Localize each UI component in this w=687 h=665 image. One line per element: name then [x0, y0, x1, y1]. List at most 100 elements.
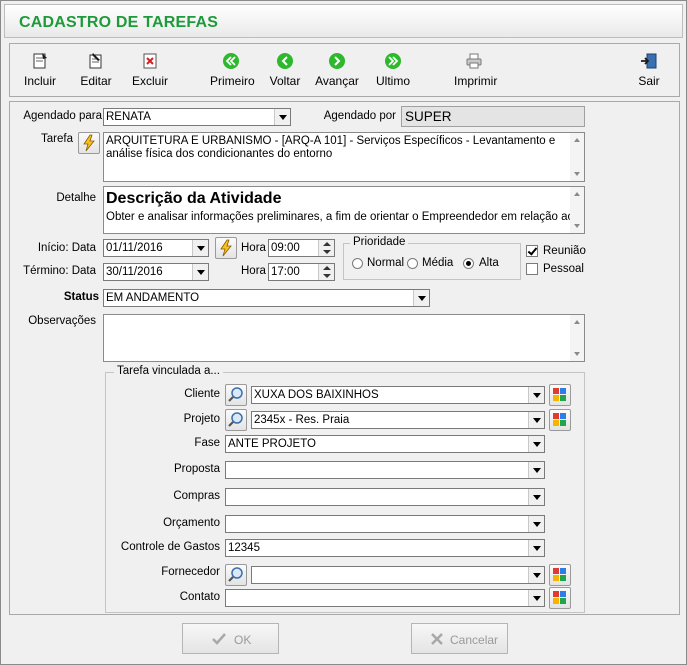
contato-select[interactable]	[225, 589, 545, 607]
scroll-down-icon[interactable]	[574, 224, 580, 228]
magnifier-icon	[228, 567, 243, 582]
cliente-value: XUXA DOS BAIXINHOS	[254, 389, 379, 401]
sair-button[interactable]: Sair	[634, 48, 664, 94]
prioridade-alta-radio[interactable]	[463, 258, 474, 269]
chevron-down-icon[interactable]	[528, 567, 544, 583]
avancar-button[interactable]: Avançar	[315, 48, 359, 94]
ultimo-button[interactable]: Ultimo	[376, 48, 410, 94]
spin-buttons[interactable]	[318, 264, 334, 280]
prioridade-normal-radio[interactable]	[352, 258, 363, 269]
observacoes-scrollbar[interactable]	[570, 315, 584, 361]
fornecedor-contacts-button[interactable]	[549, 564, 571, 586]
pessoal-checkbox[interactable]	[526, 263, 538, 275]
pessoal-label: Pessoal	[543, 263, 584, 275]
cliente-contacts-button[interactable]	[549, 384, 571, 406]
cancelar-label: Cancelar	[450, 633, 499, 647]
status-select[interactable]: EM ANDAMENTO	[103, 289, 430, 307]
task-register-window: CADASTRO DE TAREFAS Incluir Editar Exclu…	[0, 0, 687, 665]
prioridade-normal-label: Normal	[367, 257, 405, 269]
termino-hora-stepper[interactable]: 17:00	[268, 263, 335, 281]
detalhe-label: Detalhe	[56, 192, 96, 204]
chevron-down-icon[interactable]	[528, 489, 544, 505]
tarefa-label: Tarefa	[41, 133, 73, 145]
magnifier-icon	[228, 387, 243, 402]
termino-date-value: 30/11/2016	[106, 266, 163, 278]
prioridade-group: Prioridade Normal Média Alta	[343, 236, 521, 280]
scroll-up-icon[interactable]	[574, 192, 580, 196]
previous-record-icon	[277, 53, 293, 69]
observacoes-textarea[interactable]	[103, 314, 585, 362]
scroll-up-icon[interactable]	[574, 320, 580, 324]
chevron-down-icon[interactable]	[528, 387, 544, 403]
ok-button[interactable]: OK	[182, 623, 279, 654]
cancel-x-icon	[431, 633, 443, 645]
agendado-para-label: Agendado para	[23, 110, 102, 122]
orcamento-label: Orçamento	[163, 517, 220, 529]
tarefa-lookup-button[interactable]	[78, 132, 100, 154]
chevron-down-icon[interactable]	[413, 290, 429, 306]
spin-up-icon[interactable]	[323, 242, 331, 246]
controle-gastos-select[interactable]: 12345	[225, 539, 545, 557]
chevron-down-icon[interactable]	[192, 264, 208, 280]
contato-label: Contato	[179, 591, 220, 603]
cancelar-button[interactable]: Cancelar	[411, 623, 508, 654]
inicio-lightning-button[interactable]	[215, 237, 237, 259]
fornecedor-search-button[interactable]	[225, 564, 247, 586]
ok-label: OK	[234, 633, 252, 647]
scroll-down-icon[interactable]	[574, 352, 580, 356]
inicio-date-picker[interactable]: 01/11/2016	[103, 239, 209, 257]
termino-date-picker[interactable]: 30/11/2016	[103, 263, 209, 281]
google-contacts-icon	[553, 388, 566, 401]
contato-contacts-button[interactable]	[549, 587, 571, 609]
compras-select[interactable]	[225, 488, 545, 506]
fornecedor-select[interactable]	[251, 566, 545, 584]
cliente-search-button[interactable]	[225, 384, 247, 406]
chevron-down-icon[interactable]	[528, 412, 544, 428]
chevron-down-icon[interactable]	[528, 540, 544, 556]
primeiro-button[interactable]: Primeiro	[210, 48, 255, 94]
tarefa-textarea[interactable]: ARQUITETURA E URBANISMO - [ARQ-A 101] - …	[103, 132, 585, 182]
detalhe-content: Descrição da Atividade Obter e analisar …	[106, 189, 580, 224]
printer-icon	[466, 53, 482, 69]
spin-buttons[interactable]	[318, 240, 334, 256]
inicio-hora-stepper[interactable]: 09:00	[268, 239, 335, 257]
spin-down-icon[interactable]	[323, 250, 331, 254]
spin-down-icon[interactable]	[323, 274, 331, 278]
projeto-value: 2345x - Res. Praia	[254, 414, 350, 426]
incluir-button[interactable]: Incluir	[20, 48, 60, 94]
orcamento-select[interactable]	[225, 515, 545, 533]
projeto-select[interactable]: 2345x - Res. Praia	[251, 411, 545, 429]
projeto-search-button[interactable]	[225, 409, 247, 431]
fase-select[interactable]: ANTE PROJETO	[225, 435, 545, 453]
chevron-down-icon[interactable]	[192, 240, 208, 256]
spin-up-icon[interactable]	[323, 266, 331, 270]
projeto-contacts-button[interactable]	[549, 409, 571, 431]
chevron-down-icon[interactable]	[528, 462, 544, 478]
chevron-down-icon[interactable]	[274, 109, 290, 125]
reuniao-checkbox[interactable]	[526, 245, 538, 257]
proposta-select[interactable]	[225, 461, 545, 479]
chevron-down-icon[interactable]	[528, 436, 544, 452]
window-title: CADASTRO DE TAREFAS	[19, 14, 219, 31]
tarefa-vinculada-title: Tarefa vinculada a...	[114, 365, 223, 377]
next-record-icon	[329, 53, 345, 69]
editar-button[interactable]: Editar	[76, 48, 116, 94]
voltar-button[interactable]: Voltar	[268, 48, 302, 94]
agendado-para-select[interactable]: RENATA	[103, 108, 291, 126]
tarefa-text: ARQUITETURA E URBANISMO - [ARQ-A 101] - …	[106, 135, 556, 160]
excluir-button[interactable]: Excluir	[130, 48, 170, 94]
prioridade-media-radio[interactable]	[407, 258, 418, 269]
title-bar: CADASTRO DE TAREFAS	[4, 4, 683, 38]
cliente-label: Cliente	[184, 388, 220, 400]
scroll-up-icon[interactable]	[574, 138, 580, 142]
imprimir-button[interactable]: Imprimir	[454, 48, 497, 94]
first-record-icon	[223, 53, 239, 69]
scroll-down-icon[interactable]	[574, 172, 580, 176]
detalhe-textarea[interactable]: Descrição da Atividade Obter e analisar …	[103, 186, 585, 234]
cliente-select[interactable]: XUXA DOS BAIXINHOS	[251, 386, 545, 404]
detalhe-scrollbar[interactable]	[570, 187, 584, 233]
chevron-down-icon[interactable]	[528, 590, 544, 606]
tarefa-vinculada-group: Tarefa vinculada a... Cliente XUXA DOS B…	[105, 365, 585, 613]
chevron-down-icon[interactable]	[528, 516, 544, 532]
tarefa-scrollbar[interactable]	[570, 133, 584, 181]
